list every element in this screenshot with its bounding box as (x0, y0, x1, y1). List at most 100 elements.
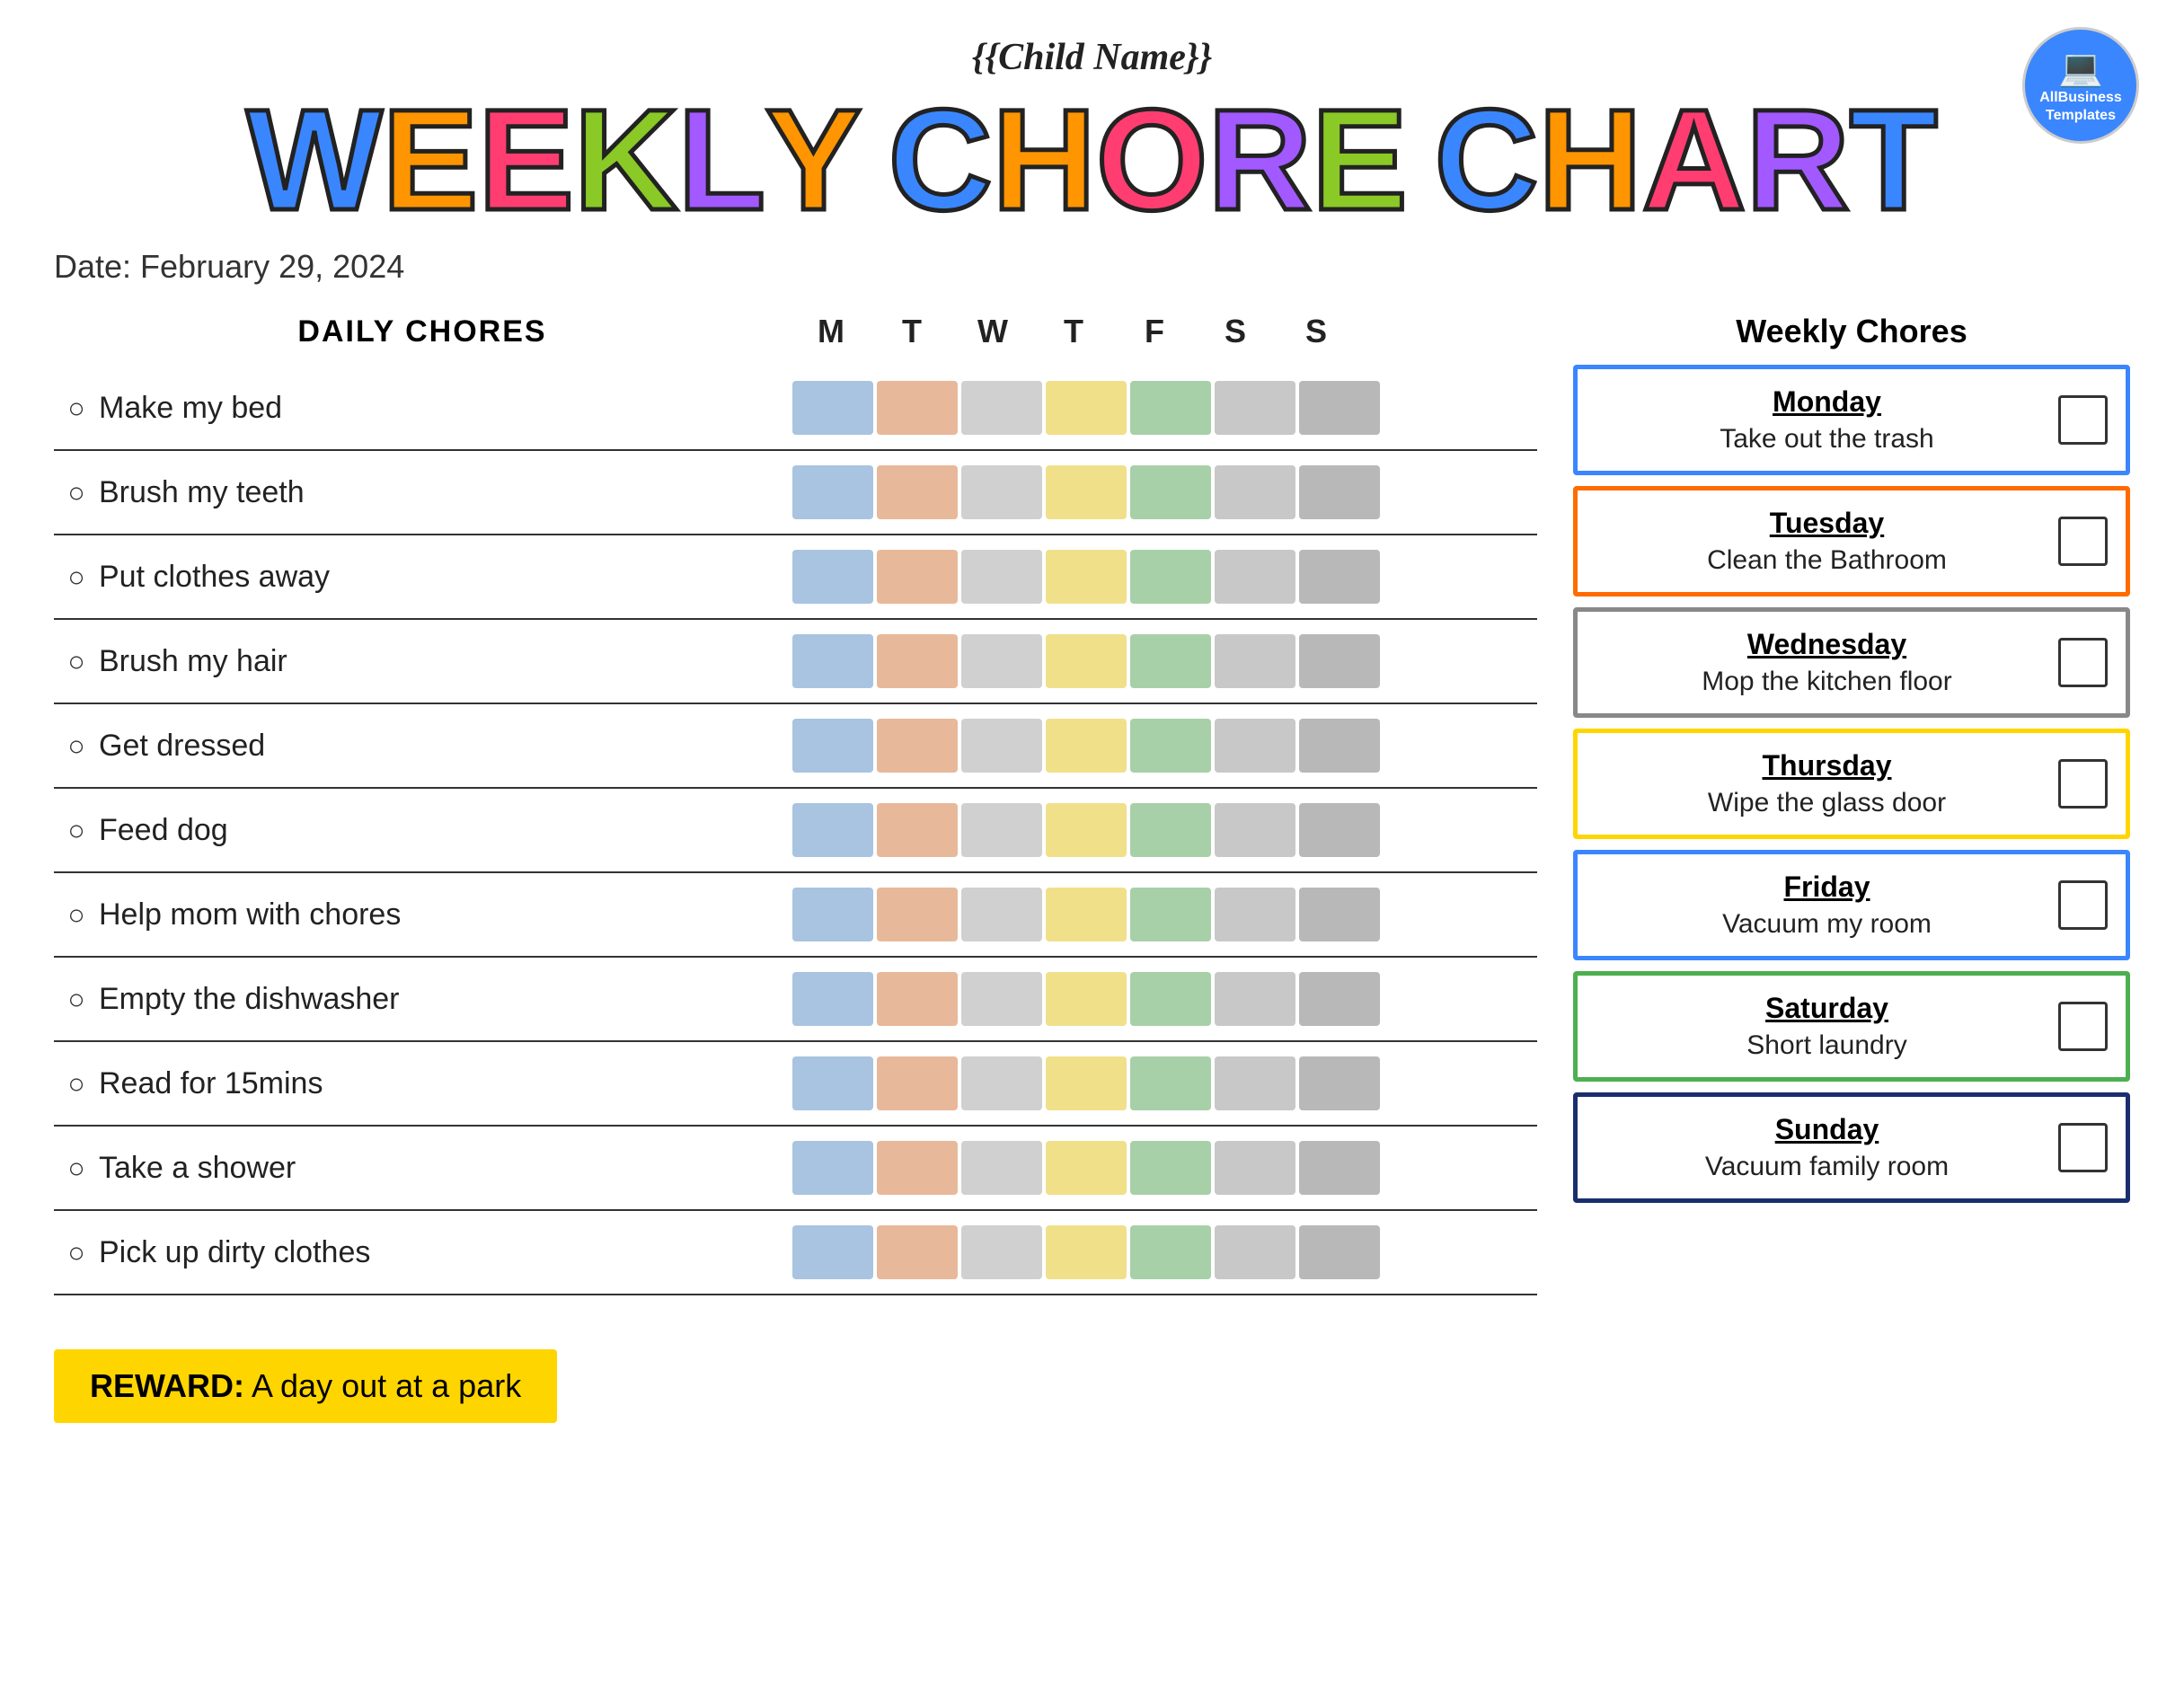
cell-thursday[interactable] (1046, 465, 1127, 519)
cell-thursday[interactable] (1046, 1225, 1127, 1279)
cell-tuesday[interactable] (877, 972, 958, 1026)
weekly-checkbox[interactable] (2058, 395, 2108, 445)
cell-saturday[interactable] (1215, 803, 1295, 857)
cell-wednesday[interactable] (961, 634, 1042, 688)
cell-tuesday[interactable] (877, 634, 958, 688)
chore-label: Help mom with chores (99, 897, 791, 932)
cell-saturday[interactable] (1215, 1141, 1295, 1195)
cell-saturday[interactable] (1215, 972, 1295, 1026)
cell-friday[interactable] (1130, 1141, 1211, 1195)
day-cells (791, 379, 1382, 437)
weekly-chore-item: Tuesday Clean the Bathroom (1573, 486, 2130, 597)
big-title: W E E K L Y C H O R E C H A R T (54, 88, 2130, 232)
cell-wednesday[interactable] (961, 803, 1042, 857)
chore-bullet: ○ (54, 476, 99, 509)
cell-monday[interactable] (792, 888, 873, 941)
cell-sunday[interactable] (1299, 465, 1380, 519)
cell-saturday[interactable] (1215, 1056, 1295, 1110)
cell-wednesday[interactable] (961, 1141, 1042, 1195)
cell-monday[interactable] (792, 803, 873, 857)
cell-sunday[interactable] (1299, 719, 1380, 773)
cell-monday[interactable] (792, 1141, 873, 1195)
cell-wednesday[interactable] (961, 1056, 1042, 1110)
cell-sunday[interactable] (1299, 550, 1380, 604)
cell-friday[interactable] (1130, 972, 1211, 1026)
cell-friday[interactable] (1130, 803, 1211, 857)
cell-saturday[interactable] (1215, 719, 1295, 773)
weekly-checkbox[interactable] (2058, 638, 2108, 687)
cell-sunday[interactable] (1299, 634, 1380, 688)
cell-sunday[interactable] (1299, 972, 1380, 1026)
cell-thursday[interactable] (1046, 381, 1127, 435)
cell-tuesday[interactable] (877, 381, 958, 435)
weekly-checkbox[interactable] (2058, 880, 2108, 930)
cell-thursday[interactable] (1046, 634, 1127, 688)
cell-thursday[interactable] (1046, 719, 1127, 773)
cell-friday[interactable] (1130, 888, 1211, 941)
cell-saturday[interactable] (1215, 381, 1295, 435)
reward-section: REWARD: A day out at a park (54, 1349, 557, 1423)
cell-sunday[interactable] (1299, 803, 1380, 857)
cell-thursday[interactable] (1046, 888, 1127, 941)
chore-row: ○ Empty the dishwasher (54, 958, 1537, 1042)
cell-wednesday[interactable] (961, 465, 1042, 519)
cell-sunday[interactable] (1299, 1141, 1380, 1195)
cell-tuesday[interactable] (877, 1141, 958, 1195)
cell-friday[interactable] (1130, 719, 1211, 773)
weekly-checkbox[interactable] (2058, 517, 2108, 566)
chore-bullet: ○ (54, 983, 99, 1016)
cell-friday[interactable] (1130, 465, 1211, 519)
title-letter-o: O (1096, 88, 1207, 232)
cell-thursday[interactable] (1046, 972, 1127, 1026)
cell-monday[interactable] (792, 465, 873, 519)
cell-wednesday[interactable] (961, 381, 1042, 435)
cell-tuesday[interactable] (877, 465, 958, 519)
cell-thursday[interactable] (1046, 803, 1127, 857)
cell-wednesday[interactable] (961, 719, 1042, 773)
weekly-task-label: Vacuum family room (1705, 1152, 1949, 1181)
cell-saturday[interactable] (1215, 465, 1295, 519)
cell-monday[interactable] (792, 972, 873, 1026)
day-header-s2: S (1276, 313, 1357, 350)
cell-tuesday[interactable] (877, 719, 958, 773)
title-letter-e2: E (478, 88, 574, 232)
cell-thursday[interactable] (1046, 550, 1127, 604)
cell-sunday[interactable] (1299, 381, 1380, 435)
cell-friday[interactable] (1130, 550, 1211, 604)
cell-monday[interactable] (792, 719, 873, 773)
cell-saturday[interactable] (1215, 550, 1295, 604)
reward-box: REWARD: A day out at a park (54, 1349, 557, 1423)
cell-tuesday[interactable] (877, 1056, 958, 1110)
cell-friday[interactable] (1130, 1056, 1211, 1110)
cell-thursday[interactable] (1046, 1056, 1127, 1110)
weekly-task-label: Short laundry (1746, 1030, 1906, 1060)
cell-tuesday[interactable] (877, 888, 958, 941)
cell-monday[interactable] (792, 550, 873, 604)
cell-wednesday[interactable] (961, 550, 1042, 604)
cell-saturday[interactable] (1215, 634, 1295, 688)
cell-saturday[interactable] (1215, 888, 1295, 941)
cell-tuesday[interactable] (877, 550, 958, 604)
cell-wednesday[interactable] (961, 972, 1042, 1026)
cell-monday[interactable] (792, 1225, 873, 1279)
weekly-checkbox[interactable] (2058, 759, 2108, 809)
logo-icon: 💻 (2058, 47, 2103, 89)
cell-monday[interactable] (792, 1056, 873, 1110)
cell-tuesday[interactable] (877, 803, 958, 857)
cell-monday[interactable] (792, 634, 873, 688)
cell-wednesday[interactable] (961, 888, 1042, 941)
cell-wednesday[interactable] (961, 1225, 1042, 1279)
weekly-checkbox[interactable] (2058, 1002, 2108, 1051)
weekly-checkbox[interactable] (2058, 1123, 2108, 1172)
cell-saturday[interactable] (1215, 1225, 1295, 1279)
cell-thursday[interactable] (1046, 1141, 1127, 1195)
cell-sunday[interactable] (1299, 888, 1380, 941)
cell-friday[interactable] (1130, 1225, 1211, 1279)
cell-sunday[interactable] (1299, 1056, 1380, 1110)
cell-sunday[interactable] (1299, 1225, 1380, 1279)
cell-monday[interactable] (792, 381, 873, 435)
weekly-task-label: Mop the kitchen floor (1702, 667, 1951, 696)
cell-friday[interactable] (1130, 634, 1211, 688)
cell-friday[interactable] (1130, 381, 1211, 435)
cell-tuesday[interactable] (877, 1225, 958, 1279)
